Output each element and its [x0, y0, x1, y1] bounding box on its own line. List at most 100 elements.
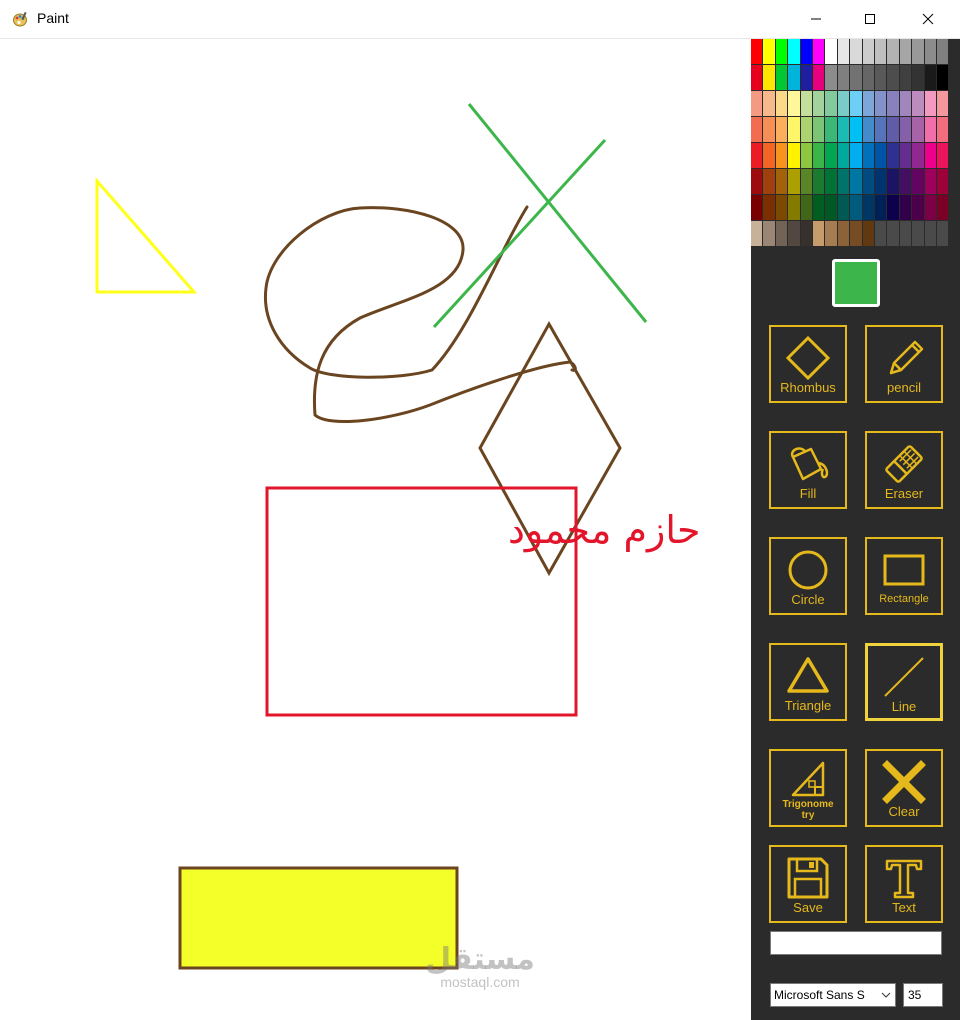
palette-swatch[interactable] — [775, 195, 788, 220]
line-tool-button[interactable]: Line — [865, 643, 943, 721]
palette-swatch[interactable] — [775, 169, 788, 194]
palette-swatch[interactable] — [924, 195, 936, 220]
palette-swatch[interactable] — [788, 39, 800, 64]
palette-swatch[interactable] — [887, 143, 899, 168]
circle-tool-button[interactable]: Circle — [769, 537, 847, 615]
triangle-tool-button[interactable]: Triangle — [769, 643, 847, 721]
palette-swatch[interactable] — [937, 195, 949, 220]
palette-swatch[interactable] — [899, 221, 912, 246]
palette-swatch[interactable] — [850, 195, 862, 220]
palette-swatch[interactable] — [813, 39, 825, 64]
palette-swatch[interactable] — [751, 143, 763, 168]
palette-swatch[interactable] — [887, 65, 899, 90]
palette-swatch[interactable] — [775, 39, 788, 64]
palette-swatch[interactable] — [875, 91, 887, 116]
palette-swatch[interactable] — [924, 221, 936, 246]
palette-swatch[interactable] — [751, 39, 763, 64]
palette-swatch[interactable] — [899, 143, 912, 168]
palette-swatch[interactable] — [887, 91, 899, 116]
palette-swatch[interactable] — [763, 143, 775, 168]
palette-swatch[interactable] — [937, 39, 949, 64]
palette-swatch[interactable] — [875, 65, 887, 90]
palette-swatch[interactable] — [825, 39, 837, 64]
palette-swatch[interactable] — [813, 195, 825, 220]
palette-swatch[interactable] — [850, 91, 862, 116]
fill-tool-button[interactable]: Fill — [769, 431, 847, 509]
palette-swatch[interactable] — [875, 143, 887, 168]
palette-swatch[interactable] — [775, 143, 788, 168]
palette-swatch[interactable] — [887, 117, 899, 142]
palette-swatch[interactable] — [912, 117, 924, 142]
palette-swatch[interactable] — [800, 65, 812, 90]
palette-swatch[interactable] — [875, 169, 887, 194]
palette-swatch[interactable] — [837, 65, 850, 90]
palette-swatch[interactable] — [825, 143, 837, 168]
close-button[interactable] — [904, 0, 952, 38]
palette-swatch[interactable] — [825, 221, 837, 246]
trigonometry-tool-button[interactable]: Trigonome try — [769, 749, 847, 827]
palette-swatch[interactable] — [763, 221, 775, 246]
palette-swatch[interactable] — [775, 221, 788, 246]
text-input[interactable] — [770, 931, 942, 955]
font-select[interactable]: Microsoft Sans S — [770, 983, 896, 1007]
palette-swatch[interactable] — [775, 65, 788, 90]
palette-swatch[interactable] — [912, 195, 924, 220]
palette-swatch[interactable] — [924, 143, 936, 168]
palette-swatch[interactable] — [937, 221, 949, 246]
palette-swatch[interactable] — [887, 221, 899, 246]
palette-swatch[interactable] — [763, 169, 775, 194]
clear-tool-button[interactable]: Clear — [865, 749, 943, 827]
palette-swatch[interactable] — [862, 65, 874, 90]
palette-swatch[interactable] — [875, 117, 887, 142]
palette-swatch[interactable] — [912, 169, 924, 194]
maximize-button[interactable] — [846, 0, 894, 38]
palette-swatch[interactable] — [751, 117, 763, 142]
palette-swatch[interactable] — [887, 39, 899, 64]
palette-swatch[interactable] — [813, 221, 825, 246]
palette-swatch[interactable] — [899, 117, 912, 142]
palette-swatch[interactable] — [850, 117, 862, 142]
palette-swatch[interactable] — [875, 221, 887, 246]
palette-swatch[interactable] — [837, 91, 850, 116]
palette-swatch[interactable] — [775, 91, 788, 116]
palette-swatch[interactable] — [912, 65, 924, 90]
palette-swatch[interactable] — [924, 91, 936, 116]
palette-swatch[interactable] — [924, 65, 936, 90]
palette-swatch[interactable] — [825, 65, 837, 90]
palette-swatch[interactable] — [937, 65, 949, 90]
palette-swatch[interactable] — [875, 195, 887, 220]
palette-swatch[interactable] — [800, 143, 812, 168]
palette-swatch[interactable] — [813, 91, 825, 116]
palette-swatch[interactable] — [862, 195, 874, 220]
palette-swatch[interactable] — [751, 65, 763, 90]
palette-swatch[interactable] — [788, 169, 800, 194]
palette-swatch[interactable] — [813, 143, 825, 168]
palette-swatch[interactable] — [924, 117, 936, 142]
palette-swatch[interactable] — [788, 143, 800, 168]
drawing-canvas[interactable]: حازم محمود مستقل mostaql.com — [0, 39, 751, 1020]
palette-swatch[interactable] — [763, 195, 775, 220]
palette-swatch[interactable] — [788, 91, 800, 116]
palette-swatch[interactable] — [899, 195, 912, 220]
palette-swatch[interactable] — [924, 39, 936, 64]
palette-swatch[interactable] — [763, 91, 775, 116]
palette-swatch[interactable] — [850, 169, 862, 194]
palette-swatch[interactable] — [763, 39, 775, 64]
palette-swatch[interactable] — [800, 195, 812, 220]
palette-swatch[interactable] — [825, 91, 837, 116]
palette-swatch[interactable] — [837, 39, 850, 64]
palette-swatch[interactable] — [862, 117, 874, 142]
palette-swatch[interactable] — [837, 221, 850, 246]
palette-swatch[interactable] — [912, 91, 924, 116]
palette-swatch[interactable] — [763, 65, 775, 90]
save-tool-button[interactable]: Save — [769, 845, 847, 923]
palette-swatch[interactable] — [751, 221, 763, 246]
text-tool-button[interactable]: Text — [865, 845, 943, 923]
palette-swatch[interactable] — [800, 117, 812, 142]
selected-color-swatch[interactable] — [832, 259, 880, 307]
palette-swatch[interactable] — [862, 39, 874, 64]
palette-swatch[interactable] — [837, 195, 850, 220]
palette-swatch[interactable] — [862, 143, 874, 168]
palette-swatch[interactable] — [937, 91, 949, 116]
palette-swatch[interactable] — [850, 65, 862, 90]
